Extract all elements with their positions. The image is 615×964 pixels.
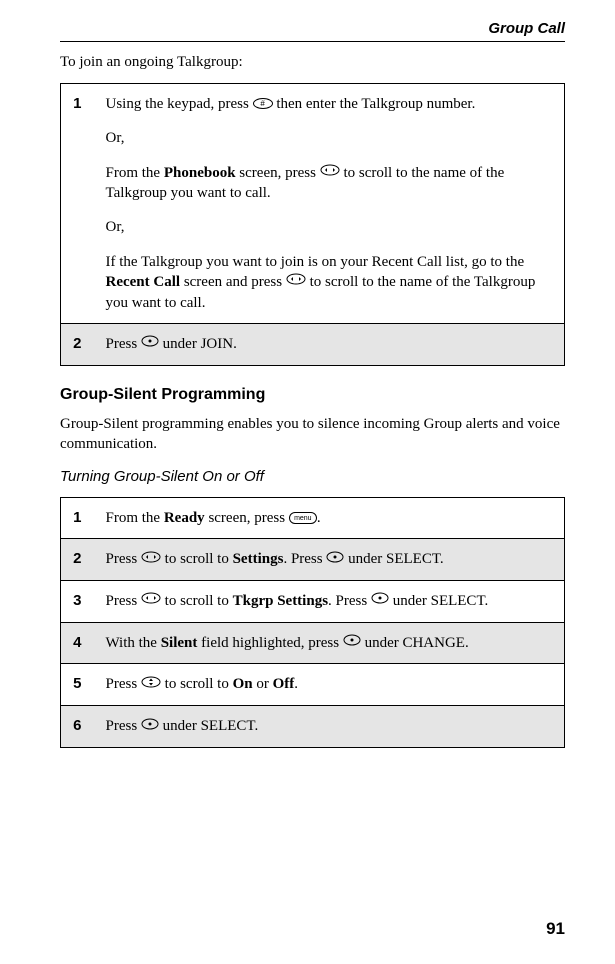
step-number: 1	[61, 84, 96, 324]
step-row: 4With the Silent field highlighted, pres…	[61, 622, 565, 664]
step-number: 6	[61, 706, 96, 748]
step-number: 4	[61, 622, 96, 664]
sub-heading-turning: Turning Group-Silent On or Off	[60, 468, 565, 485]
bold-text: Silent	[161, 635, 198, 651]
bold-text: Recent Call	[106, 274, 181, 290]
bold-text: Tkgrp Settings	[233, 593, 328, 609]
step-number: 2	[61, 323, 96, 365]
intro-text: To join an ongoing Talkgroup:	[60, 54, 565, 71]
step-text: From the Ready screen, press menu.	[96, 498, 565, 539]
soft-key-icon	[343, 632, 361, 652]
nav-left-right-icon	[320, 162, 340, 182]
step-text: Using the keypad, press # then enter the…	[96, 84, 565, 324]
section-heading-group-silent: Group-Silent Programming	[60, 386, 565, 404]
step-number: 2	[61, 539, 96, 581]
page-number: 91	[546, 919, 565, 939]
step-row: 6Press under SELECT.	[61, 706, 565, 748]
step-text: Press to scroll to On or Off.	[96, 664, 565, 706]
section-desc: Group-Silent programming enables you to …	[60, 414, 565, 455]
header-rule	[60, 41, 565, 42]
soft-key-icon	[141, 716, 159, 736]
step-row: 3Press to scroll to Tkgrp Settings. Pres…	[61, 581, 565, 623]
step-row: 2Press to scroll to Settings. Press unde…	[61, 539, 565, 581]
bold-text: Settings	[233, 551, 284, 567]
step-text: Press under SELECT.	[96, 706, 565, 748]
step-text: With the Silent field highlighted, press…	[96, 622, 565, 664]
step-number: 5	[61, 664, 96, 706]
nav-up-down-icon	[141, 674, 161, 694]
nav-left-right-icon	[141, 549, 161, 569]
hash-key-icon: #	[253, 98, 273, 109]
bold-text: Phonebook	[164, 165, 236, 181]
step-text: Press to scroll to Settings. Press under…	[96, 539, 565, 581]
header-title: Group Call	[60, 20, 565, 37]
bold-text: Ready	[164, 510, 205, 526]
soft-key-icon	[326, 549, 344, 569]
step-row: 1From the Ready screen, press menu.	[61, 498, 565, 539]
bold-text: Off	[273, 676, 295, 692]
step-text: Press to scroll to Tkgrp Settings. Press…	[96, 581, 565, 623]
nav-left-right-icon	[286, 271, 306, 291]
step-number: 1	[61, 498, 96, 539]
join-talkgroup-table: 1Using the keypad, press # then enter th…	[60, 83, 565, 366]
menu-key-icon: menu	[289, 512, 317, 524]
group-silent-table: 1From the Ready screen, press menu.2Pres…	[60, 497, 565, 748]
soft-key-icon	[141, 333, 159, 353]
bold-text: On	[233, 676, 253, 692]
step-text: Press under JOIN.	[96, 323, 565, 365]
step-row: 2Press under JOIN.	[61, 323, 565, 365]
nav-left-right-icon	[141, 590, 161, 610]
step-row: 1Using the keypad, press # then enter th…	[61, 84, 565, 324]
step-number: 3	[61, 581, 96, 623]
step-row: 5Press to scroll to On or Off.	[61, 664, 565, 706]
soft-key-icon	[371, 590, 389, 610]
